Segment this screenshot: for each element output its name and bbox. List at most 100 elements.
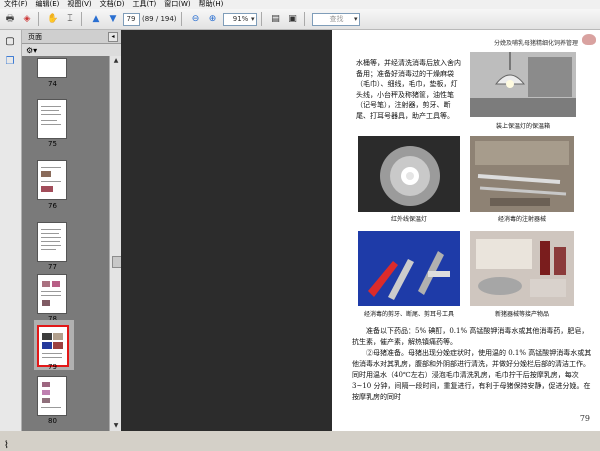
next-page-icon[interactable]: ▼ — [106, 12, 120, 26]
tools-illustration — [358, 231, 460, 306]
thumbnail-label: 77 — [48, 263, 57, 271]
share-icon[interactable]: ◈ — [20, 12, 34, 26]
text-line — [42, 353, 62, 354]
syringe-illustration — [470, 136, 574, 212]
photo-piglet-tools — [358, 231, 460, 306]
thumb-image — [42, 281, 50, 287]
page-total: (89 / 194) — [142, 15, 177, 23]
toolbar-divider — [38, 12, 39, 26]
photo-syringe-tools — [470, 136, 574, 212]
close-panel-icon[interactable]: ◂ — [108, 31, 118, 42]
text-line — [41, 407, 61, 408]
thumb-image — [42, 333, 52, 340]
thumbnail-label: 80 — [48, 417, 57, 425]
text-line — [41, 237, 61, 238]
zoom-select[interactable]: 91% — [222, 12, 257, 26]
panel-options[interactable]: ⚙▾ — [22, 44, 121, 56]
text-line — [41, 249, 56, 250]
attachments-icon[interactable]: ⌇ — [4, 440, 9, 451]
text-line — [41, 295, 61, 296]
text-line — [41, 124, 61, 125]
photo-supplies — [470, 231, 574, 306]
thumb-image — [41, 171, 51, 177]
scroll-up-icon[interactable]: ▲ — [111, 56, 121, 66]
photo-heat-lamp-box — [470, 52, 576, 117]
menu-document[interactable]: 文档(D) — [96, 0, 129, 9]
toolbar-divider — [303, 12, 305, 26]
text-line — [41, 110, 59, 111]
fit-width-icon[interactable]: ▣ — [286, 12, 300, 26]
header-pig-logo — [582, 34, 596, 45]
caption-infrared-lamp: 红外线保温灯 — [390, 216, 427, 223]
text-line — [41, 181, 61, 182]
options-gear-icon[interactable]: ⚙▾ — [26, 46, 37, 55]
toolbar-divider — [260, 12, 262, 26]
caption-supplies: 新猪器械等接产物品 — [494, 311, 549, 318]
scroll-down-icon[interactable]: ▼ — [111, 421, 121, 431]
text-line — [41, 241, 60, 242]
prev-page-icon[interactable]: ▲ — [89, 12, 103, 26]
page-thumbnail[interactable] — [37, 160, 67, 200]
thumbnail-label: 76 — [48, 202, 57, 210]
pages-panel-icon[interactable]: ▢ — [3, 35, 17, 49]
text-line — [41, 120, 57, 121]
thumb-image — [42, 398, 50, 403]
thumb-image — [41, 186, 53, 192]
find-input[interactable]: 查找 — [311, 12, 360, 26]
page-thumbnail-current[interactable] — [37, 325, 69, 367]
zoom-in-icon[interactable]: ⊕ — [206, 12, 220, 26]
page-number: 79 — [579, 414, 590, 423]
thumbnail-label: 74 — [48, 80, 57, 88]
menu-window[interactable]: 窗口(W) — [160, 0, 194, 9]
hand-tool-icon[interactable]: ✋ — [46, 12, 60, 26]
thumbnail-list: 74 75 76 77 78 79 80 — [22, 56, 109, 431]
document-view[interactable]: 分娩及哺乳母猪精细化饲养管理 水桶等，并经清洗消毒后放入舍内备用；准备好消毒过的… — [121, 30, 600, 431]
menu-view[interactable]: 视图(V) — [63, 0, 95, 9]
caption-piglet-tools: 经消毒的剪牙、断尾、剪耳号工具 — [363, 311, 454, 318]
thumb-image — [52, 281, 60, 287]
zoom-out-icon[interactable]: ⊖ — [189, 12, 203, 26]
text-line — [41, 106, 61, 107]
document-page: 分娩及哺乳母猪精细化饲养管理 水桶等，并经清洗消毒后放入舍内备用；准备好消毒过的… — [332, 30, 600, 431]
toolbar-divider — [81, 12, 82, 26]
text-line — [41, 245, 61, 246]
text-line — [41, 233, 59, 234]
pages-panel-header: 页面 ◂ — [22, 30, 121, 44]
text-line — [42, 357, 62, 358]
toolbar-divider — [180, 12, 182, 26]
thumb-image — [42, 342, 52, 349]
menu-file[interactable]: 文件(F) — [0, 0, 32, 9]
caption-heat-lamp-box: 装上保温灯的保温箱 — [495, 123, 550, 130]
pages-panel: 页面 ◂ ⚙▾ 74 75 76 77 78 79 80 ▲ ▼ — [22, 30, 122, 431]
page-number-input[interactable]: 79 — [123, 12, 140, 26]
fit-page-icon[interactable]: ▤ — [269, 12, 283, 26]
thumb-image — [42, 300, 50, 306]
infrared-lamp-illustration — [358, 136, 460, 212]
page-thumbnail[interactable] — [37, 222, 67, 262]
page-thumbnail[interactable] — [37, 376, 67, 416]
page-thumbnail[interactable] — [37, 99, 67, 139]
paragraph-medicines: 准备以下药品：5% 碘酊，0.1% 高锰酸钾消毒水或其他消毒药，肥皂，抗生素，催… — [352, 327, 589, 346]
bookmarks-icon[interactable]: ❐ — [3, 55, 17, 69]
text-line — [41, 291, 61, 292]
page-thumbnail[interactable] — [37, 274, 67, 314]
page-thumbnail[interactable] — [37, 58, 67, 78]
supplies-illustration — [470, 231, 574, 306]
caption-syringe: 经消毒的注射器械 — [497, 216, 546, 223]
toolbar: 🖶 ◈ ✋ ⌶ ▲ ▼ 79 (89 / 194) ⊖ ⊕ 91% ▤ ▣ 查找 — [0, 9, 600, 30]
menu-bar: 文件(F) 编辑(E) 视图(V) 文档(D) 工具(T) 窗口(W) 帮助(H… — [0, 0, 600, 9]
print-icon[interactable]: 🖶 — [3, 12, 17, 26]
thumb-image — [42, 390, 50, 395]
menu-help[interactable]: 帮助(H) — [195, 0, 228, 9]
pages-panel-title: 页面 — [28, 32, 42, 41]
photo-infrared-lamp — [358, 136, 460, 212]
text-line — [41, 114, 61, 115]
select-tool-icon[interactable]: ⌶ — [63, 12, 77, 26]
running-header: 分娩及哺乳母猪精细化饲养管理 — [493, 40, 578, 47]
text-line — [41, 229, 61, 230]
menu-tools[interactable]: 工具(T) — [129, 0, 161, 9]
paragraph-sow-prep: ②母猪准备。母猪出现分娩症状时，使用温的 0.1% 高锰酸钾消毒水或其他消毒水对… — [352, 349, 592, 401]
thumbnail-label: 75 — [48, 140, 57, 148]
navigation-strip: ▢ ❐ ⌇ — [0, 30, 22, 451]
menu-edit[interactable]: 编辑(E) — [32, 0, 64, 9]
